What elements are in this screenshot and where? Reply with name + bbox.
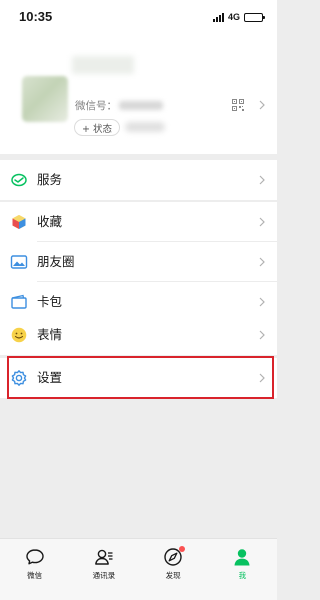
status-indicators: 4G: [212, 12, 265, 22]
chevron-right-icon: [259, 373, 265, 383]
status-time: 10:35: [19, 9, 53, 24]
menu-item-services[interactable]: 服务: [0, 160, 277, 200]
nickname-blurred: [72, 56, 134, 74]
tab-discover[interactable]: 发现: [139, 539, 208, 600]
menu-label: 表情: [37, 327, 63, 342]
chevron-right-icon: [259, 297, 265, 307]
notification-dot: [179, 546, 186, 552]
gear-icon: [11, 370, 27, 386]
card-wallet-icon: [11, 294, 27, 309]
chat-bubble-icon: [25, 549, 44, 565]
chevron-right-icon: [259, 330, 265, 340]
favorites-cube-icon: [12, 215, 26, 229]
profile-header[interactable]: 微信号： + 状态: [0, 34, 277, 154]
add-status-button[interactable]: + 状态: [74, 119, 120, 136]
chevron-right-icon: [259, 217, 265, 227]
status-blurred: [125, 122, 165, 132]
chevron-right-icon: [259, 100, 265, 110]
menu-item-settings[interactable]: 设置: [0, 358, 277, 398]
menu-label: 设置: [37, 370, 63, 385]
wechat-id-label: 微信号：: [75, 100, 117, 112]
menu-item-moments[interactable]: 朋友圈: [0, 242, 277, 282]
tab-contacts[interactable]: 通讯录: [69, 539, 138, 600]
tab-chats[interactable]: 微信: [0, 539, 69, 600]
avatar[interactable]: [22, 76, 68, 122]
smiley-icon: [11, 327, 27, 343]
wechat-id-value-blurred: [119, 101, 163, 110]
signal-icon: [212, 12, 224, 22]
menu-item-favorites[interactable]: 收藏: [0, 202, 277, 242]
moments-picture-icon: [10, 255, 28, 269]
contacts-icon: [94, 549, 113, 565]
menu-label: 朋友圈: [37, 254, 75, 269]
chevron-right-icon: [259, 175, 265, 185]
bottom-tab-bar: 微信 通讯录 发现 我: [0, 538, 277, 600]
tab-label: 微信: [27, 571, 43, 580]
tab-label: 发现: [165, 571, 181, 580]
chevron-right-icon: [259, 257, 265, 267]
services-icon: [11, 173, 27, 187]
battery-icon: [244, 12, 265, 22]
tab-me[interactable]: 我: [208, 539, 277, 600]
tab-label: 我: [238, 571, 247, 580]
menu-label: 服务: [37, 172, 63, 187]
tab-label: 通讯录: [92, 571, 116, 580]
menu-label: 收藏: [37, 214, 63, 229]
network-type: 4G: [227, 12, 240, 22]
person-icon: [234, 549, 250, 566]
status-bar: 10:35 4G: [0, 0, 277, 34]
menu-item-stickers[interactable]: 表情: [0, 315, 277, 355]
wechat-id: 微信号：: [75, 98, 163, 113]
qr-code-icon[interactable]: [232, 99, 244, 111]
